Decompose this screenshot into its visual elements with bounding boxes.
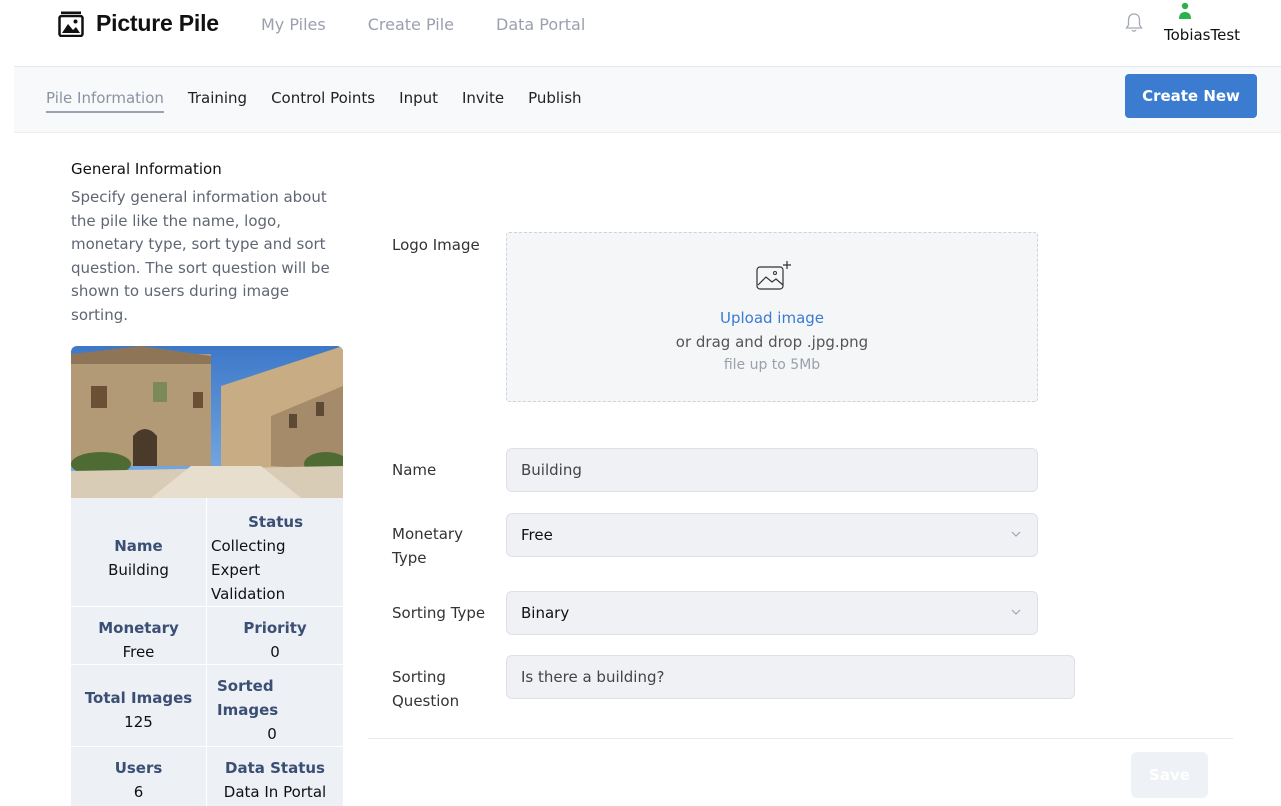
summary-sorted-value: 0: [267, 725, 277, 743]
logo-image-label: Logo Image: [392, 236, 480, 254]
top-bar: Picture Pile My Piles Create Pile Data P…: [0, 0, 1281, 66]
summary-users-label: Users: [114, 759, 163, 777]
sub-nav: Pile Information Training Control Points…: [46, 89, 582, 113]
general-information-description: Specify general information about the pi…: [71, 188, 330, 324]
save-button[interactable]: Save: [1131, 752, 1208, 798]
summary-users: Users 6: [71, 756, 206, 804]
summary-sorted-label: Sorted Images: [217, 677, 279, 719]
summary-sorted-images: Sorted Images 0: [217, 674, 339, 746]
summary-monetary-label: Monetary: [98, 619, 179, 637]
user-icon: [1179, 2, 1191, 19]
file-size-limit: file up to 5Mb: [723, 357, 821, 373]
drag-drop-hint: or drag and drop .jpg.png: [675, 333, 869, 351]
summary-name: Name Building: [71, 534, 206, 582]
summary-name-label: Name: [114, 537, 163, 555]
nav-create-pile[interactable]: Create Pile: [368, 15, 454, 34]
summary-datastatus-value: Data In Portal: [223, 783, 327, 801]
tab-invite[interactable]: Invite: [462, 89, 504, 113]
bell-icon[interactable]: [1124, 12, 1144, 34]
monetary-type-value: Free: [521, 526, 553, 544]
sorting-type-select[interactable]: Binary: [506, 591, 1038, 635]
summary-datastatus-label: Data Status: [225, 759, 325, 777]
top-nav: My Piles Create Pile Data Portal: [261, 15, 585, 34]
name-label: Name: [392, 461, 437, 479]
summary-status: Status Collecting Expert Validation: [211, 510, 341, 606]
tab-control-points[interactable]: Control Points: [271, 89, 375, 113]
brand[interactable]: Picture Pile: [58, 10, 219, 37]
picture-icon: [58, 11, 84, 37]
chevron-down-icon: [1011, 531, 1021, 537]
nav-data-portal[interactable]: Data Portal: [496, 15, 585, 34]
user-menu[interactable]: TobiasTest: [1164, 2, 1250, 44]
summary-monetary-value: Free: [122, 643, 155, 661]
upload-image-link[interactable]: Upload image: [507, 309, 1037, 327]
summary-priority-value: 0: [270, 643, 280, 661]
sorting-question-label: Sorting Question: [392, 668, 460, 710]
tab-publish[interactable]: Publish: [528, 89, 581, 113]
summary-total-label: Total Images: [84, 689, 193, 707]
sorting-type-value: Binary: [521, 604, 570, 622]
monetary-type-label: Monetary Type: [392, 525, 463, 567]
summary-data-status: Data Status Data In Portal: [207, 756, 343, 804]
sorting-type-label: Sorting Type: [392, 604, 486, 622]
monetary-type-select[interactable]: Free: [506, 513, 1038, 557]
form-divider: [368, 738, 1233, 739]
create-new-button[interactable]: Create New: [1125, 74, 1257, 118]
add-image-icon: [756, 261, 791, 290]
name-input[interactable]: Building: [506, 448, 1038, 492]
summary-priority-label: Priority: [243, 619, 307, 637]
summary-monetary: Monetary Free: [71, 616, 206, 664]
logo-dropzone[interactable]: Upload image or drag and drop .jpg.png f…: [506, 232, 1038, 402]
chevron-down-icon: [1011, 609, 1021, 615]
brand-name: Picture Pile: [96, 10, 219, 36]
pile-logo-image: [71, 346, 343, 498]
summary-name-value: Building: [108, 561, 169, 579]
general-information-title: General Information: [71, 160, 222, 178]
summary-total-value: 125: [124, 713, 153, 731]
summary-status-label: Status: [248, 513, 303, 531]
summary-users-value: 6: [133, 783, 144, 801]
tab-input[interactable]: Input: [399, 89, 438, 113]
pile-summary-table: Name Building Status Collecting Expert V…: [71, 498, 343, 806]
nav-my-piles[interactable]: My Piles: [261, 15, 326, 34]
user-name: TobiasTest: [1164, 26, 1241, 44]
summary-total-images: Total Images 125: [71, 686, 206, 734]
tab-training[interactable]: Training: [188, 89, 247, 113]
sorting-question-input[interactable]: Is there a building?: [506, 655, 1075, 699]
summary-status-value: Collecting Expert Validation: [211, 537, 286, 603]
sub-nav-bar: Pile Information Training Control Points…: [14, 66, 1281, 133]
tab-pile-information[interactable]: Pile Information: [46, 89, 164, 113]
summary-priority: Priority 0: [207, 616, 343, 664]
